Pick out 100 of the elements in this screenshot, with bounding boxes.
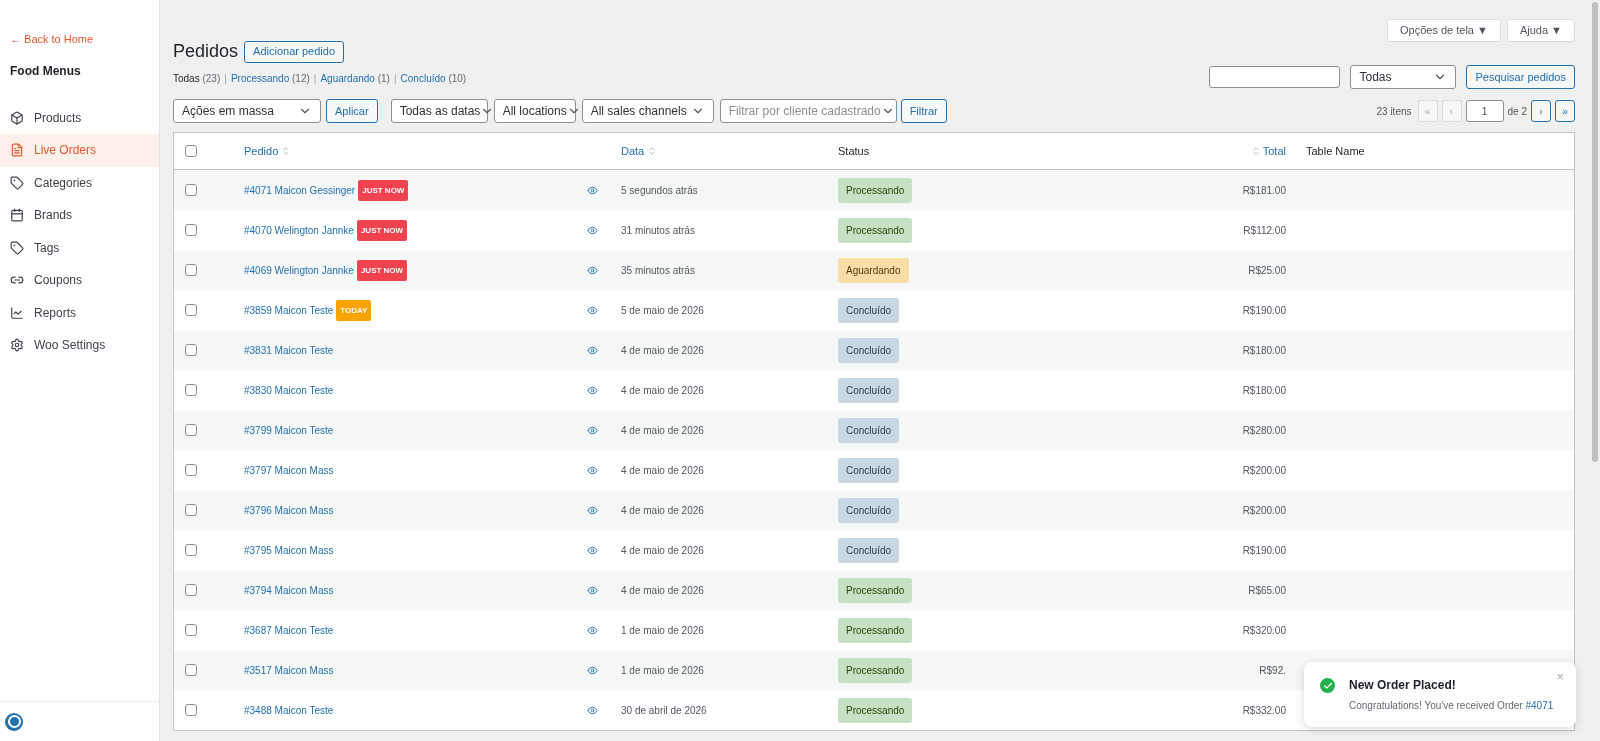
status-filter-link[interactable]: Processando (12): [230, 71, 310, 86]
page-number-field[interactable]: 1: [1465, 100, 1504, 122]
channel-filter-select[interactable]: All sales channels: [581, 99, 714, 123]
last-page-button[interactable]: »: [1555, 100, 1575, 122]
date-cell-text: 4 de maio de 2026: [621, 463, 705, 478]
total-cell-text: R$200.00: [1242, 463, 1287, 478]
status-filter-link[interactable]: Concluído (10): [400, 71, 467, 86]
date-cell-text: 1 de maio de 2026: [621, 663, 705, 678]
status-badge: Concluído: [838, 497, 900, 523]
row-checkbox[interactable]: [185, 224, 197, 236]
order-link[interactable]: #3794 Maicon Mass: [244, 582, 334, 598]
sidebar-item[interactable]: Live Orders: [0, 134, 159, 167]
order-link[interactable]: #3797 Maicon Mass: [244, 462, 334, 478]
order-link[interactable]: #3830 Maicon Teste: [244, 382, 334, 398]
total-cell-text: R$280.00: [1242, 423, 1287, 438]
preview-icon[interactable]: [587, 184, 598, 196]
order-link[interactable]: #4071 Maicon Gessinger: [244, 182, 356, 198]
preview-icon[interactable]: [587, 624, 598, 636]
search-button[interactable]: Pesquisar pedidos: [1466, 65, 1575, 89]
order-link[interactable]: #3795 Maicon Mass: [244, 542, 334, 558]
preview-icon[interactable]: [587, 504, 598, 516]
separator: |: [393, 72, 397, 86]
sidebar-item[interactable]: Categories: [0, 166, 159, 199]
toast-title: New Order Placed!: [1349, 677, 1457, 694]
date-cell-text: 5 segundos atrás: [621, 183, 699, 198]
search-field[interactable]: [1209, 66, 1341, 88]
row-checkbox[interactable]: [185, 664, 197, 676]
total-cell-text: R$112.00: [1243, 223, 1287, 238]
preview-icon[interactable]: [587, 344, 598, 356]
row-checkbox[interactable]: [185, 704, 197, 716]
status-filter-link[interactable]: Aguardando (1): [320, 71, 390, 86]
row-checkbox[interactable]: [185, 624, 197, 636]
logo-icon[interactable]: [5, 712, 23, 731]
column-header[interactable]: Total: [1250, 142, 1296, 160]
toolbar-tab[interactable]: Opções de tela ▼: [1387, 19, 1501, 42]
column-header[interactable]: Data: [621, 142, 658, 160]
row-checkbox[interactable]: [185, 424, 197, 436]
order-badge: JUST NOW: [358, 179, 409, 201]
apply-button[interactable]: Aplicar: [326, 99, 378, 123]
customer-filter-select[interactable]: Filtrar por cliente cadastrado: [719, 99, 897, 123]
order-link[interactable]: #4071: [1525, 700, 1554, 711]
preview-icon[interactable]: [587, 464, 598, 476]
row-checkbox[interactable]: [185, 464, 197, 476]
preview-icon[interactable]: [587, 584, 598, 596]
filter-button[interactable]: Filtrar: [900, 99, 947, 123]
preview-icon[interactable]: [587, 384, 598, 396]
back-link[interactable]: ← Back to Home: [10, 31, 159, 48]
next-page-button[interactable]: ›: [1531, 100, 1551, 122]
preview-icon[interactable]: [587, 424, 598, 436]
total-cell-text: R$180.00: [1242, 343, 1287, 358]
preview-icon[interactable]: [587, 704, 598, 716]
order-link[interactable]: #3831 Maicon Teste: [244, 342, 334, 358]
status-badge: Concluído: [838, 337, 900, 363]
order-link[interactable]: #4069 Welington Jannke: [244, 262, 354, 278]
sidebar-item[interactable]: Coupons: [0, 264, 159, 297]
separator: |: [224, 72, 227, 86]
date-cell-text: 31 minutos atrás: [621, 223, 696, 238]
preview-icon[interactable]: [587, 664, 598, 676]
row-checkbox[interactable]: [185, 544, 197, 556]
order-link[interactable]: #3488 Maicon Teste: [244, 702, 334, 718]
total-cell-text: R$320.00: [1242, 623, 1287, 638]
search-scope-select[interactable]: Todas: [1350, 65, 1457, 89]
app-title: Food Menus: [10, 62, 82, 80]
date-cell-text: 4 de maio de 2026: [621, 503, 705, 518]
status-filter-link[interactable]: Todas (23): [173, 71, 221, 86]
document-icon: [10, 143, 24, 158]
row-checkbox[interactable]: [185, 384, 197, 396]
status-badge: Processando: [838, 177, 913, 203]
status-badge: Processando: [838, 697, 913, 723]
location-filter-select[interactable]: All locations: [493, 99, 576, 123]
select-all-checkbox[interactable]: [185, 145, 197, 157]
add-order-button[interactable]: Adicionar pedido: [244, 40, 344, 63]
order-link[interactable]: #3517 Maicon Mass: [244, 662, 334, 678]
row-checkbox[interactable]: [185, 264, 197, 276]
sidebar-item[interactable]: Tags: [0, 231, 159, 264]
sidebar-item[interactable]: Woo Settings: [0, 329, 159, 362]
order-link[interactable]: #3687 Maicon Teste: [244, 622, 334, 638]
order-link[interactable]: #3799 Maicon Teste: [244, 422, 334, 438]
preview-icon[interactable]: [587, 304, 598, 316]
sidebar-item[interactable]: Brands: [0, 199, 159, 232]
toast-message: Congratulations! You've received Order #4071: [1349, 699, 1554, 713]
sidebar-item[interactable]: Products: [0, 101, 159, 134]
order-badge: JUST NOW: [356, 259, 408, 281]
preview-icon[interactable]: [587, 224, 598, 236]
row-checkbox[interactable]: [185, 344, 197, 356]
status-badge: Concluído: [838, 417, 900, 443]
preview-icon[interactable]: [587, 544, 598, 556]
column-header[interactable]: Pedido: [244, 142, 292, 160]
row-checkbox[interactable]: [185, 504, 197, 516]
toolbar-tab[interactable]: Ajuda ▼: [1506, 19, 1575, 42]
preview-icon[interactable]: [587, 264, 598, 276]
bulk-action-select[interactable]: Ações em massa: [173, 99, 321, 123]
row-checkbox[interactable]: [185, 304, 197, 316]
order-link[interactable]: #3859 Maicon Teste: [244, 302, 334, 318]
order-badge: TODAY: [336, 299, 372, 321]
sidebar-item[interactable]: Reports: [0, 296, 159, 329]
row-checkbox[interactable]: [185, 584, 197, 596]
order-link[interactable]: #4070 Welington Jannke: [244, 222, 354, 238]
row-checkbox[interactable]: [185, 184, 197, 196]
order-link[interactable]: #3796 Maicon Mass: [244, 502, 334, 518]
